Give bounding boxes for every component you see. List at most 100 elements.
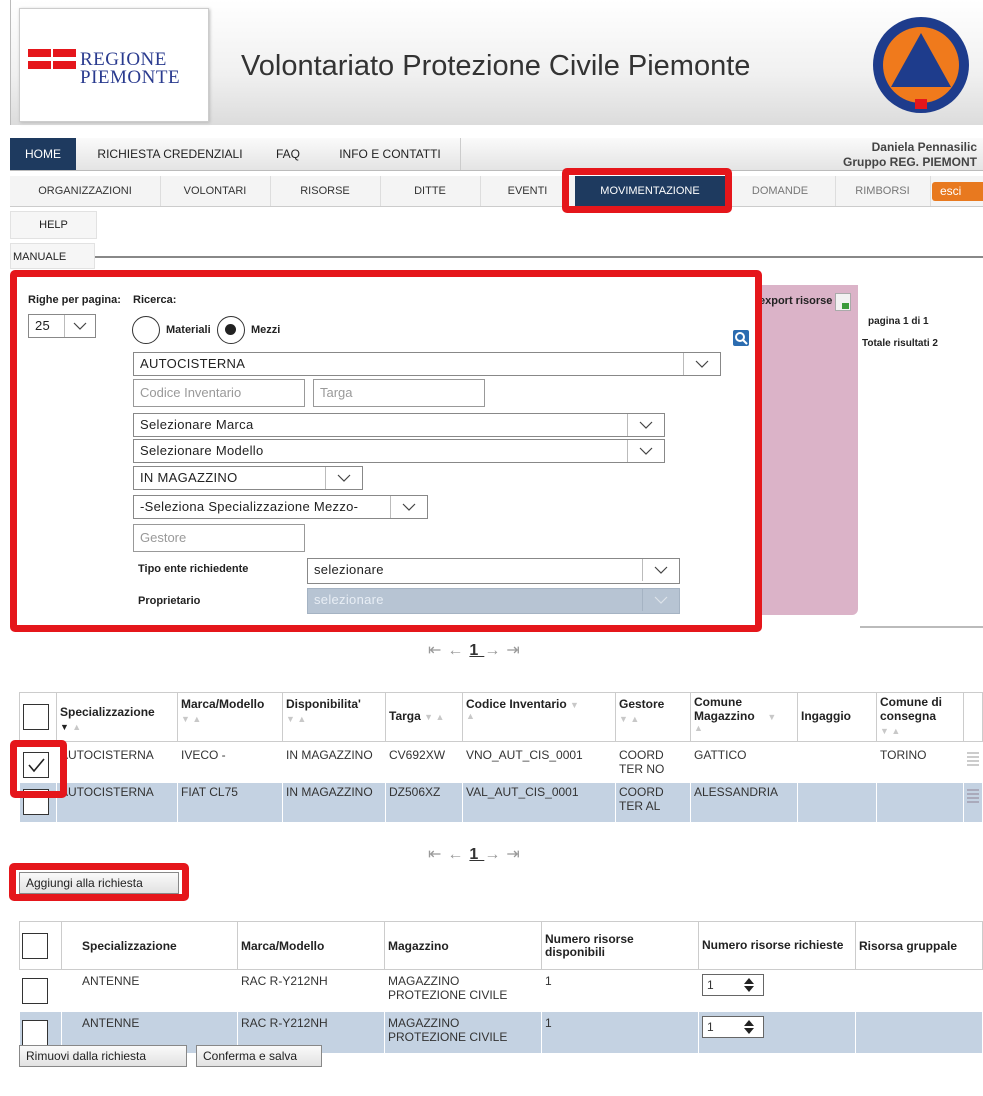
first-page-icon[interactable]: ⇤ (428, 846, 447, 863)
stato-select[interactable]: IN MAGAZZINO (133, 466, 363, 490)
module-navigation: ORGANIZZAZIONI VOLONTARI RISORSE DITTE E… (10, 176, 983, 207)
user-name: Daniela Pennasilic (871, 140, 977, 154)
nav-home[interactable]: HOME (10, 138, 76, 170)
cell-targa: CV692XW (385, 741, 463, 783)
nav-info-contatti[interactable]: INFO E CONTATTI (320, 138, 461, 170)
cell-comune: ALESSANDRIA (690, 782, 798, 823)
radio-mezzi[interactable] (217, 316, 245, 344)
logo-flag-bottom-left (28, 61, 51, 69)
header-targa[interactable]: Targa ▼ ▲ (385, 692, 463, 742)
table-row[interactable]: ANTENNE RAC R-Y212NH MAGAZZINO PROTEZION… (19, 969, 983, 1012)
cell-targa: DZ506XZ (385, 782, 463, 823)
cell-magazzino: MAGAZZINO PROTEZIONE CIVILE (384, 1011, 542, 1054)
row-checkbox[interactable] (22, 978, 48, 1004)
regione-piemonte-logo[interactable]: REGIONE PIEMONTE (19, 8, 209, 122)
codice-inventario-input[interactable]: Codice Inventario (133, 379, 305, 407)
row-checkbox[interactable] (22, 1020, 48, 1046)
quantity-stepper[interactable]: 1 (702, 1016, 764, 1038)
remove-from-request-button[interactable]: Rimuovi dalla richiesta (19, 1045, 187, 1067)
cell-ingaggio (797, 782, 877, 823)
nav-domande[interactable]: DOMANDE (725, 176, 836, 206)
targa-input[interactable]: Targa (313, 379, 485, 407)
next-page-icon[interactable]: → (484, 642, 506, 659)
marca-value: Selezionare Marca (140, 417, 254, 432)
rows-per-page-select[interactable]: 25 (28, 314, 96, 338)
protezione-civile-emblem (871, 15, 971, 115)
cell-gestore: COORD TER NO (615, 741, 691, 783)
select-all-checkbox[interactable] (22, 932, 48, 959)
proprietario-label: Proprietario (138, 595, 201, 607)
logo-flag-top-left (28, 49, 51, 57)
header-specializzazione[interactable]: Specializzazione ▼ ▲ (56, 692, 178, 742)
gestore-input[interactable]: Gestore (133, 524, 305, 552)
nav-organizzazioni[interactable]: ORGANIZZAZIONI (10, 176, 161, 206)
page-number[interactable]: 1 (469, 846, 484, 863)
export-excel-icon[interactable] (835, 293, 851, 311)
header-comune-consegna[interactable]: Comune di consegna ▼ ▲ (876, 692, 964, 742)
nav-risorse[interactable]: RISORSE (270, 176, 381, 206)
results-table: Specializzazione ▼ ▲ Marca/Modello ▼ ▲ Dis… (19, 692, 983, 823)
confirm-save-button[interactable]: Conferma e salva (196, 1045, 322, 1067)
header-codice[interactable]: Codice Inventario ▼ ▲ (462, 692, 616, 742)
header-comune-magazzino[interactable]: Comune Magazzino ▼ ▲ (690, 692, 798, 742)
nav-faq[interactable]: FAQ (268, 138, 308, 170)
header-disponibili: Numero risorse disponibili (541, 921, 699, 970)
prev-page-icon[interactable]: ← (447, 642, 469, 659)
header-label: Disponibilita' (286, 697, 361, 711)
rows-per-page-label: Righe per pagina: (28, 294, 121, 306)
cell-disponibili: 1 (541, 1011, 699, 1054)
logo-line-2: PIEMONTE (80, 67, 181, 88)
chevron-down-icon (683, 353, 720, 375)
table-row[interactable]: AUTOCISTERNA FIAT CL75 IN MAGAZZINO DZ50… (19, 782, 983, 823)
request-header-row: Specializzazione Marca/Modello Magazzino… (19, 921, 983, 970)
page-number[interactable]: 1 (469, 642, 484, 659)
nav-ditte[interactable]: DITTE (380, 176, 481, 206)
header-magazzino: Magazzino (384, 921, 542, 970)
manuale-link[interactable]: MANUALE (10, 243, 95, 269)
last-page-icon[interactable]: ⇥ (506, 846, 525, 863)
nav-volontari[interactable]: VOLONTARI (160, 176, 271, 206)
chevron-down-icon (325, 467, 362, 489)
marca-select[interactable]: Selezionare Marca (133, 413, 665, 437)
header-ingaggio[interactable]: Ingaggio (797, 692, 877, 742)
modello-select[interactable]: Selezionare Modello (133, 439, 665, 463)
resource-type-select[interactable]: AUTOCISTERNA (133, 352, 721, 376)
next-page-icon[interactable]: → (484, 846, 506, 863)
search-icon[interactable] (733, 330, 749, 346)
chevron-down-icon (64, 315, 95, 337)
first-page-icon[interactable]: ⇤ (428, 642, 447, 659)
cell-marca: FIAT CL75 (177, 782, 283, 823)
details-icon[interactable] (963, 782, 983, 823)
header-richieste: Numero risorse richieste (698, 921, 856, 970)
divider (95, 256, 983, 258)
cell-consegna: TORINO (876, 741, 964, 783)
header-marca: Marca/Modello (237, 921, 385, 970)
specializzazione-select[interactable]: -Seleziona Specializzazione Mezzo- (133, 495, 428, 519)
stepper-arrows-icon[interactable] (743, 977, 755, 993)
nav-richiesta-credenziali[interactable]: RICHIESTA CREDENZIALI (80, 138, 260, 170)
header-label: Gestore (619, 697, 665, 711)
nav-rimborsi[interactable]: RIMBORSI (835, 176, 931, 206)
details-icon[interactable] (963, 741, 983, 783)
prev-page-icon[interactable]: ← (447, 846, 469, 863)
header-disponibilita[interactable]: Disponibilita' ▼ ▲ (282, 692, 386, 742)
logout-button[interactable]: esci (932, 182, 983, 201)
select-all-checkbox[interactable] (23, 704, 49, 730)
header-label: Marca/Modello (181, 697, 265, 711)
cell-comune: GATTICO (690, 741, 798, 783)
help-link[interactable]: HELP (10, 211, 97, 239)
header-actions (963, 692, 983, 742)
select-all-cell (19, 921, 62, 970)
header-marca[interactable]: Marca/Modello ▼ ▲ (177, 692, 283, 742)
proprietario-select[interactable]: selezionare (307, 588, 680, 614)
highlight-movimentazione (562, 168, 732, 213)
quantity-stepper[interactable]: 1 (702, 974, 764, 996)
header-gestore[interactable]: Gestore ▼ ▲ (615, 692, 691, 742)
last-page-icon[interactable]: ⇥ (506, 642, 525, 659)
table-row[interactable]: AUTOCISTERNA IVECO - IN MAGAZZINO CV692X… (19, 741, 983, 783)
tipo-ente-select[interactable]: selezionare (307, 558, 680, 584)
cell-disponibili: 1 (541, 969, 699, 1012)
radio-materiali[interactable] (132, 316, 160, 344)
export-panel: export risorse (755, 285, 858, 615)
stepper-arrows-icon[interactable] (743, 1019, 755, 1035)
